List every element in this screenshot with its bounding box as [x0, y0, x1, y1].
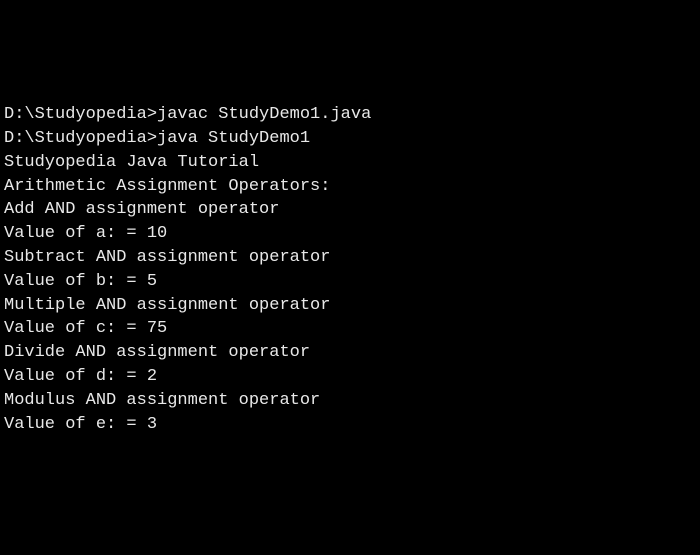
output-line: Arithmetic Assignment Operators:	[4, 175, 696, 199]
output-line: Studyopedia Java Tutorial	[4, 151, 696, 175]
output-line: Value of a: = 10	[4, 222, 696, 246]
output-line: Add AND assignment operator	[4, 198, 696, 222]
output-line: Value of d: = 2	[4, 365, 696, 389]
output-line: Value of e: = 3	[4, 413, 696, 437]
output-line: Value of b: = 5	[4, 270, 696, 294]
output-line: Subtract AND assignment operator	[4, 246, 696, 270]
prompt: D:\Studyopedia>	[4, 129, 157, 148]
cmd-line: D:\Studyopedia>java StudyDemo1	[4, 127, 696, 151]
output-line: Multiple AND assignment operator	[4, 294, 696, 318]
terminal-output[interactable]: D:\Studyopedia>javac StudyDemo1.javaD:\S…	[4, 103, 696, 436]
output-line: Modulus AND assignment operator	[4, 389, 696, 413]
prompt: D:\Studyopedia>	[4, 105, 157, 124]
command-text: javac StudyDemo1.java	[157, 105, 371, 124]
output-line: Value of c: = 75	[4, 317, 696, 341]
output-line: Divide AND assignment operator	[4, 341, 696, 365]
command-text: java StudyDemo1	[157, 129, 310, 148]
cmd-line: D:\Studyopedia>javac StudyDemo1.java	[4, 103, 696, 127]
